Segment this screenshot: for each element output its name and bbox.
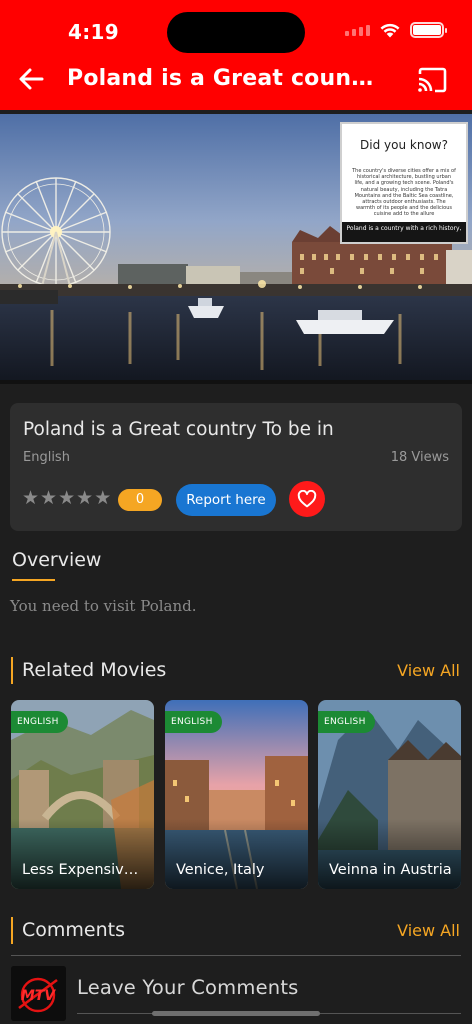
- mtv-logo-image: MTV: [11, 966, 66, 1021]
- movie-title: Veinna in Austria: [329, 862, 452, 878]
- related-section-accent: [11, 657, 13, 684]
- wifi-icon: [380, 23, 400, 38]
- star-icon[interactable]: ★: [76, 488, 93, 508]
- comment-input[interactable]: Leave Your Comments: [77, 976, 461, 999]
- did-you-know-overlay: Did you know? The country's diverse citi…: [340, 122, 468, 244]
- cast-button[interactable]: [414, 62, 450, 98]
- overview-underline: [12, 579, 55, 581]
- did-you-know-title: Did you know?: [360, 138, 448, 152]
- arrow-left-icon: [19, 68, 44, 90]
- language-badge: ENGLISH: [165, 711, 222, 733]
- star-icon[interactable]: ★: [40, 488, 57, 508]
- related-movies-list: ENGLISH Less Expensive Places ENGLISH Ve…: [11, 700, 472, 890]
- comments-heading: Comments: [22, 919, 125, 941]
- dynamic-island: [167, 12, 305, 53]
- mtv-logo-text: MTV: [21, 988, 56, 1004]
- toolbar: Poland is a Great country To be in: [0, 58, 472, 102]
- comments-divider: [11, 955, 461, 956]
- cast-icon: [418, 67, 447, 93]
- video-player-thumbnail[interactable]: Did you know? The country's diverse citi…: [0, 114, 472, 384]
- mtv-logo: MTV: [11, 966, 66, 1021]
- back-button[interactable]: [14, 62, 48, 96]
- status-bar: 4:19: [0, 0, 472, 60]
- comments-section-accent: [11, 917, 13, 944]
- status-icons: [345, 22, 447, 38]
- overview-heading: Overview: [12, 549, 102, 571]
- cellular-signal-icon: [345, 24, 370, 36]
- video-info-card: Poland is a Great country To be in Engli…: [10, 403, 462, 531]
- view-count: 18 Views: [390, 450, 449, 465]
- related-movie-card[interactable]: ENGLISH Veinna in Austria: [318, 700, 461, 889]
- video-language: English: [23, 450, 70, 465]
- did-you-know-text: The country's diverse cities offer a mix…: [352, 168, 456, 218]
- report-button[interactable]: Report here: [176, 484, 276, 516]
- star-icon[interactable]: ★: [94, 488, 111, 508]
- language-badge: ENGLISH: [11, 711, 68, 733]
- related-movie-card[interactable]: ENGLISH Venice, Italy: [165, 700, 308, 889]
- title-gradient: [11, 819, 154, 889]
- home-indicator: [152, 1011, 320, 1016]
- overview-text: You need to visit Poland.: [10, 597, 197, 615]
- comments-view-all-link[interactable]: View All: [397, 921, 460, 940]
- did-you-know-caption: Poland is a country with a rich history,: [342, 222, 466, 242]
- title-gradient: [165, 819, 308, 889]
- star-icon[interactable]: ★: [58, 488, 75, 508]
- status-time: 4:19: [68, 20, 119, 44]
- star-rating[interactable]: ★ ★ ★ ★ ★: [22, 488, 111, 508]
- app-bar: 4:19 Poland is a Great country To be in: [0, 0, 472, 110]
- rating-count-badge: 0: [118, 489, 162, 511]
- movie-title: Venice, Italy: [176, 862, 265, 878]
- related-movies-heading: Related Movies: [22, 659, 167, 681]
- movie-title: Less Expensive Places: [22, 862, 147, 878]
- heart-icon: [297, 490, 317, 508]
- related-movie-card[interactable]: ENGLISH Less Expensive Places: [11, 700, 154, 889]
- title-gradient: [318, 819, 461, 889]
- related-view-all-link[interactable]: View All: [397, 661, 460, 680]
- star-icon[interactable]: ★: [22, 488, 39, 508]
- language-badge: ENGLISH: [318, 711, 375, 733]
- battery-icon: [410, 22, 447, 38]
- favorite-button[interactable]: [289, 481, 325, 517]
- video-title: Poland is a Great country To be in: [23, 419, 334, 440]
- page-title: Poland is a Great country To be in: [67, 66, 377, 91]
